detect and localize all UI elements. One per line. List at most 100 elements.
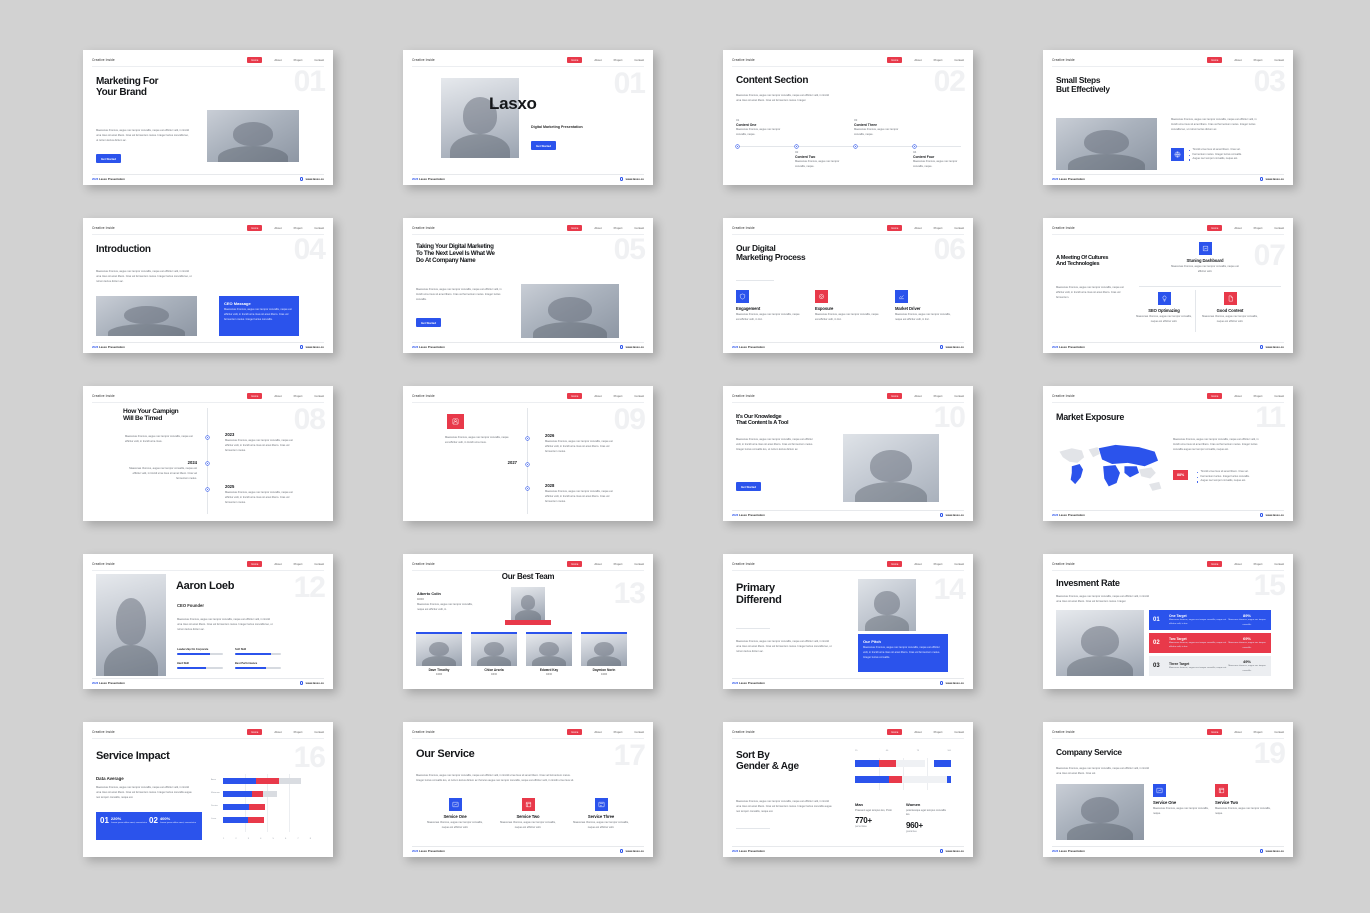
get-started-button[interactable]: Get Started [416, 318, 442, 327]
nav-item-home[interactable]: Home [247, 225, 263, 231]
nav-item-home[interactable]: Home [567, 57, 583, 63]
slide-thumbnail-4[interactable]: Creative Inside Home About Project Conta… [1043, 50, 1293, 185]
nav-item-project[interactable]: Project [614, 58, 623, 62]
nav-item-home[interactable]: Home [887, 729, 903, 735]
nav-item-home[interactable]: Home [567, 393, 583, 399]
nav-item-home[interactable]: Home [247, 393, 263, 399]
nav-item-about[interactable]: About [914, 226, 921, 230]
nav-item-about[interactable]: About [914, 394, 921, 398]
nav-item-project[interactable]: Project [614, 226, 623, 230]
slide-thumbnail-14[interactable]: Creative Inside Home About Project Conta… [403, 554, 653, 689]
nav-item-about[interactable]: About [1234, 394, 1241, 398]
slide-thumbnail-12[interactable]: Creative Inside Home About Project Conta… [1043, 386, 1293, 521]
nav-item-contact[interactable]: Contact [634, 562, 644, 566]
nav-item-about[interactable]: About [274, 562, 281, 566]
nav-item-project[interactable]: Project [934, 730, 943, 734]
nav-item-project[interactable]: Project [614, 730, 623, 734]
nav-item-project[interactable]: Project [614, 394, 623, 398]
nav-item-project[interactable]: Project [294, 394, 303, 398]
nav-item-home[interactable]: Home [247, 57, 263, 63]
slide-thumbnail-5[interactable]: Creative Inside Home About Project Conta… [83, 218, 333, 353]
slide-thumbnail-2[interactable]: Creative Inside Home About Project Conta… [403, 50, 653, 185]
nav-item-contact[interactable]: Contact [954, 226, 964, 230]
nav-item-contact[interactable]: Contact [314, 562, 324, 566]
slide-thumbnail-11[interactable]: Creative Inside Home About Project Conta… [723, 386, 973, 521]
nav-item-about[interactable]: About [274, 226, 281, 230]
nav-item-project[interactable]: Project [1254, 730, 1263, 734]
nav-item-about[interactable]: About [1234, 226, 1241, 230]
nav-item-home[interactable]: Home [1207, 561, 1223, 567]
nav-item-project[interactable]: Project [1254, 58, 1263, 62]
nav-item-project[interactable]: Project [1254, 394, 1263, 398]
nav-item-about[interactable]: About [594, 58, 601, 62]
nav-item-project[interactable]: Project [294, 226, 303, 230]
slide-thumbnail-20[interactable]: Creative Inside Home About Project Conta… [1043, 722, 1293, 857]
nav-item-about[interactable]: About [1234, 730, 1241, 734]
nav-item-contact[interactable]: Contact [1274, 730, 1284, 734]
get-started-button[interactable]: Get Started [736, 482, 762, 491]
nav-item-home[interactable]: Home [887, 561, 903, 567]
nav-item-contact[interactable]: Contact [1274, 226, 1284, 230]
slide-thumbnail-8[interactable]: Creative Inside Home About Project Conta… [1043, 218, 1293, 353]
nav-item-contact[interactable]: Contact [1274, 562, 1284, 566]
get-started-button[interactable]: Get Started [531, 141, 557, 150]
nav-item-home[interactable]: Home [247, 729, 263, 735]
nav-item-contact[interactable]: Contact [1274, 58, 1284, 62]
nav-item-home[interactable]: Home [1207, 729, 1223, 735]
nav-item-contact[interactable]: Contact [634, 58, 644, 62]
nav-item-project[interactable]: Project [934, 394, 943, 398]
nav-item-about[interactable]: About [274, 58, 281, 62]
nav-item-about[interactable]: About [594, 730, 601, 734]
nav-item-home[interactable]: Home [887, 57, 903, 63]
team-member[interactable]: Daymion Norin COO [581, 632, 627, 676]
nav-item-contact[interactable]: Contact [954, 730, 964, 734]
nav-item-contact[interactable]: Contact [954, 562, 964, 566]
nav-item-home[interactable]: Home [567, 225, 583, 231]
nav-item-home[interactable]: Home [247, 561, 263, 567]
nav-item-about[interactable]: About [594, 226, 601, 230]
nav-item-home[interactable]: Home [567, 729, 583, 735]
nav-item-contact[interactable]: Contact [634, 226, 644, 230]
slide-thumbnail-10[interactable]: Creative Inside Home About Project Conta… [403, 386, 653, 521]
slide-thumbnail-17[interactable]: Creative Inside Home About Project Conta… [83, 722, 333, 857]
nav-item-contact[interactable]: Contact [314, 394, 324, 398]
nav-item-contact[interactable]: Contact [314, 226, 324, 230]
nav-item-home[interactable]: Home [1207, 225, 1223, 231]
slide-thumbnail-13[interactable]: Creative Inside Home About Project Conta… [83, 554, 333, 689]
nav-item-contact[interactable]: Contact [954, 394, 964, 398]
slide-thumbnail-19[interactable]: Creative Inside Home About Project Conta… [723, 722, 973, 857]
nav-item-contact[interactable]: Contact [634, 394, 644, 398]
nav-item-about[interactable]: About [1234, 562, 1241, 566]
nav-item-project[interactable]: Project [614, 562, 623, 566]
nav-item-project[interactable]: Project [1254, 562, 1263, 566]
nav-item-home[interactable]: Home [567, 561, 583, 567]
nav-item-project[interactable]: Project [934, 226, 943, 230]
slide-thumbnail-9[interactable]: Creative Inside Home About Project Conta… [83, 386, 333, 521]
nav-item-project[interactable]: Project [294, 562, 303, 566]
nav-item-contact[interactable]: Contact [954, 58, 964, 62]
nav-item-home[interactable]: Home [1207, 393, 1223, 399]
nav-item-about[interactable]: About [914, 730, 921, 734]
nav-item-project[interactable]: Project [934, 58, 943, 62]
get-started-button[interactable]: Get Started [96, 154, 122, 163]
nav-item-project[interactable]: Project [934, 562, 943, 566]
nav-item-contact[interactable]: Contact [314, 58, 324, 62]
nav-item-project[interactable]: Project [1254, 226, 1263, 230]
nav-item-about[interactable]: About [274, 730, 281, 734]
nav-item-home[interactable]: Home [1207, 57, 1223, 63]
slide-thumbnail-7[interactable]: Creative Inside Home About Project Conta… [723, 218, 973, 353]
nav-item-about[interactable]: About [1234, 58, 1241, 62]
nav-item-contact[interactable]: Contact [634, 730, 644, 734]
team-member[interactable]: Dave Timothy COO [416, 632, 462, 676]
slide-thumbnail-15[interactable]: Creative Inside Home About Project Conta… [723, 554, 973, 689]
slide-thumbnail-3[interactable]: Creative Inside Home About Project Conta… [723, 50, 973, 185]
nav-item-about[interactable]: About [594, 562, 601, 566]
nav-item-project[interactable]: Project [294, 58, 303, 62]
nav-item-home[interactable]: Home [887, 393, 903, 399]
nav-item-contact[interactable]: Contact [314, 730, 324, 734]
team-member[interactable]: Edward Kay CFO [526, 632, 572, 676]
team-member[interactable]: Chloe Arsela CFO [471, 632, 517, 676]
slide-thumbnail-18[interactable]: Creative Inside Home About Project Conta… [403, 722, 653, 857]
nav-item-about[interactable]: About [914, 562, 921, 566]
nav-item-about[interactable]: About [274, 394, 281, 398]
